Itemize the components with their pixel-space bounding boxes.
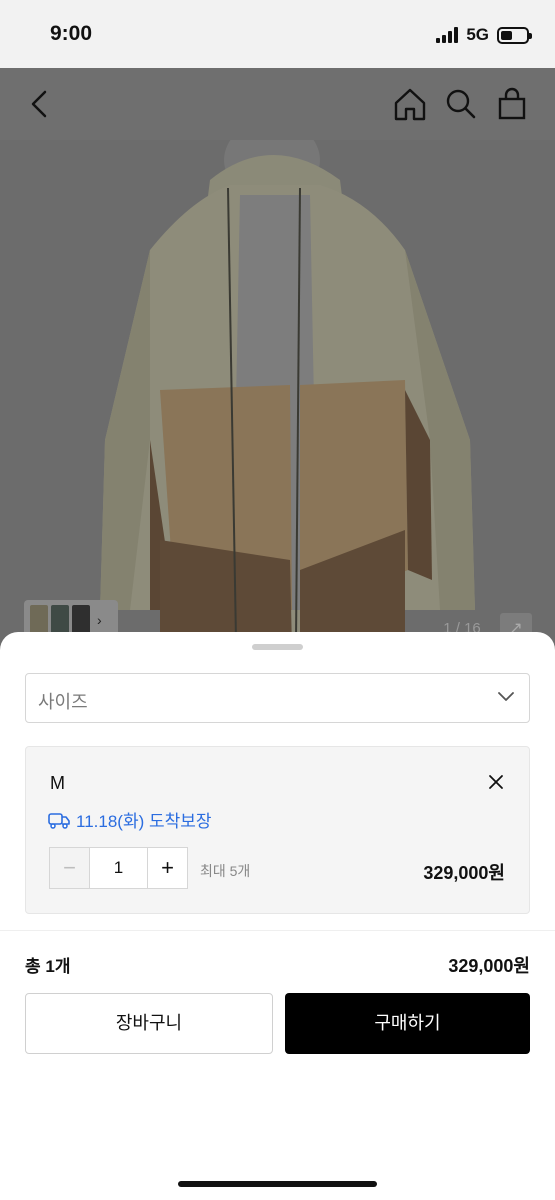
quantity-stepper: − 1 + [49,847,188,889]
chevron-down-icon [498,692,514,701]
product-image[interactable] [0,140,555,668]
total-price: 329,000원 [448,956,530,976]
page-overlay[interactable]: › 1 / 16 ↗ [0,68,555,668]
top-navigation [0,68,555,140]
thumbnail-image[interactable] [72,605,90,635]
decrease-quantity-button[interactable]: − [50,848,90,888]
add-to-cart-button[interactable]: 장바구니 [25,993,273,1054]
delivery-guarantee: 11.18(화) 도착보장 [48,807,212,832]
signal-icon [436,27,459,43]
delivery-truck-icon [48,812,70,829]
buy-now-button[interactable]: 구매하기 [285,993,530,1054]
network-label: 5G [466,25,489,44]
total-count-label: 총 1개 [25,957,71,976]
selected-option-card: M 11.18(화) 도착보장 − 1 + 최대 5개 329,000원 [25,746,530,914]
size-dropdown-label: 사이즈 [38,692,88,712]
chevron-right-icon[interactable]: › [97,612,102,628]
battery-icon [497,26,532,44]
status-time: 9:00 [50,22,93,45]
purchase-bottom-sheet: 사이즈 M 11.18(화) 도착보장 − 1 + 최대 5개 329,000원 [0,632,555,1200]
increase-quantity-button[interactable]: + [147,848,187,888]
thumbnail-image[interactable] [51,605,69,635]
selected-size-label: M [50,773,65,793]
back-arrow-icon[interactable] [28,86,52,122]
divider [0,930,555,931]
max-quantity-note: 최대 5개 [200,863,251,879]
quantity-value[interactable]: 1 [90,848,147,888]
sheet-handle[interactable] [252,644,303,650]
close-icon[interactable] [487,773,505,791]
home-indicator[interactable] [178,1181,377,1187]
item-price: 329,000원 [423,863,505,883]
status-bar: 9:00 5G [0,0,555,68]
home-icon[interactable] [393,86,427,122]
status-indicators: 5G [436,24,532,46]
size-dropdown[interactable]: 사이즈 [25,673,530,723]
shopping-bag-icon[interactable] [496,86,528,122]
search-icon[interactable] [445,86,477,122]
battery-fill [501,30,512,40]
delivery-date-text: 11.18(화) 도착보장 [76,812,212,831]
thumbnail-image[interactable] [30,605,48,635]
